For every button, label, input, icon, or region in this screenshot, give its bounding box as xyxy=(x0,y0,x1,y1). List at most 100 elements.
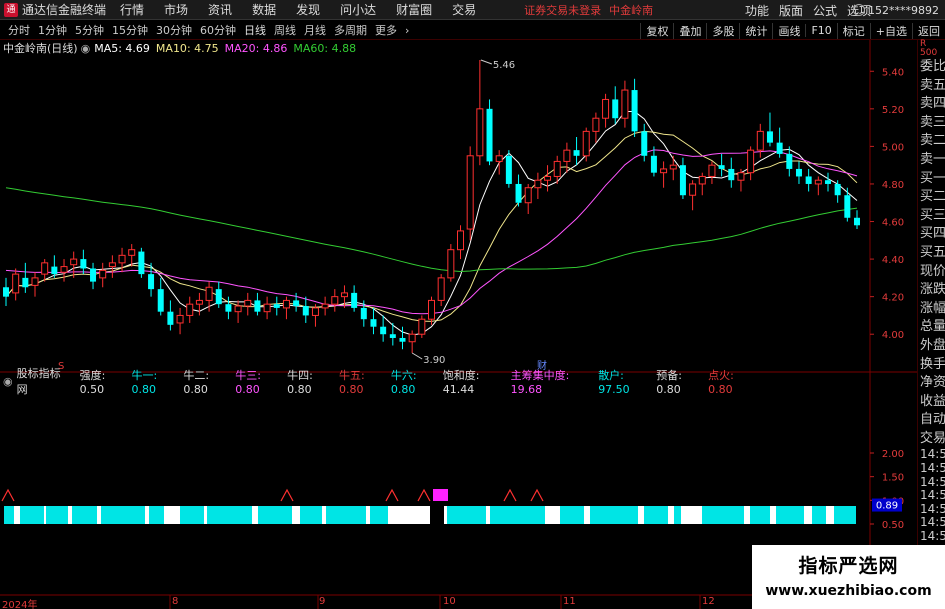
chart-stock-label[interactable]: 中金岭南(日线) xyxy=(3,40,78,56)
user-area[interactable]: 152****9892 xyxy=(853,0,945,20)
signal-triangle xyxy=(1,488,15,502)
right-panel-item[interactable]: 卖一 xyxy=(918,151,945,170)
right-panel-item[interactable]: 交易 xyxy=(918,430,945,449)
candle-body xyxy=(138,251,145,275)
period-1min[interactable]: 1分钟 xyxy=(38,22,67,38)
right-panel-item[interactable]: 卖二 xyxy=(918,132,945,151)
candle-body xyxy=(99,269,107,279)
candle-body xyxy=(689,183,697,196)
period-more[interactable]: 更多 xyxy=(375,22,397,38)
right-panel-item[interactable]: 14:56 xyxy=(918,530,945,544)
tool-mark[interactable]: 标记 xyxy=(836,22,870,39)
right-panel-item[interactable]: 收益 xyxy=(918,393,945,412)
period-timeshare[interactable]: 分时 xyxy=(8,22,30,38)
right-panel-item[interactable]: 买五 xyxy=(918,244,945,263)
candle-body xyxy=(380,326,387,335)
tool-draw[interactable]: 画线 xyxy=(772,22,805,39)
candle-body xyxy=(660,168,668,174)
period-monthly[interactable]: 月线 xyxy=(304,22,326,38)
period-60min[interactable]: 60分钟 xyxy=(200,22,236,38)
tool-adjust[interactable]: 复权 xyxy=(640,22,673,39)
price-tick-label: 4.20 xyxy=(882,293,904,304)
right-panel-item[interactable]: 14:56 xyxy=(918,489,945,503)
menu-item-wealth[interactable]: 财富圈 xyxy=(396,1,432,18)
ma10-label: MA10: 4.75 xyxy=(155,41,219,55)
right-tools: 复权 叠加 多股 统计 画线 F10 标记 +自选 返回 xyxy=(640,21,945,40)
menu-item-formula[interactable]: 公式 xyxy=(813,2,837,19)
period-multi[interactable]: 多周期 xyxy=(334,22,367,38)
chevron-right-icon[interactable]: › xyxy=(405,24,409,37)
candle-body xyxy=(766,131,773,143)
ind-tick-label: 2.00 xyxy=(882,449,904,460)
candle-body xyxy=(466,155,474,230)
candle-body xyxy=(293,300,300,307)
right-panel-item[interactable]: 14:56 xyxy=(918,462,945,476)
indicator-name[interactable]: 股标指标网 xyxy=(17,365,66,397)
right-panel-item[interactable]: 涨幅 xyxy=(918,300,945,319)
chart-area[interactable]: 5.40 5.20 5.00 4.80 4.60 4.40 4.20 4.00 2.00 1.5… xyxy=(0,40,917,609)
candle-body xyxy=(311,307,319,316)
menu-item-market[interactable]: 市场 xyxy=(164,1,188,18)
candle-body xyxy=(747,149,755,174)
time-axis-label: 8 xyxy=(172,596,179,607)
tool-f10[interactable]: F10 xyxy=(805,24,836,37)
menu-item-discover[interactable]: 发现 xyxy=(296,1,320,18)
right-panel-item[interactable]: 买二 xyxy=(918,188,945,207)
login-status[interactable]: 证券交易未登录 xyxy=(524,2,601,18)
tool-add-favorite[interactable]: +自选 xyxy=(869,22,912,39)
period-15min[interactable]: 15分钟 xyxy=(112,22,148,38)
candle-body xyxy=(776,142,783,154)
tool-back[interactable]: 返回 xyxy=(912,22,945,39)
right-panel-item[interactable]: 换手 xyxy=(918,356,945,375)
menu-item-data[interactable]: 数据 xyxy=(252,1,276,18)
ind-label-niu5: 牛五: 0.80 xyxy=(339,368,365,396)
right-panel-item[interactable]: 卖四 xyxy=(918,95,945,114)
band-segment xyxy=(292,506,300,524)
right-panel-item[interactable]: 涨跌 xyxy=(918,281,945,300)
right-panel-item[interactable]: 自动 xyxy=(918,411,945,430)
candle-body xyxy=(728,168,735,181)
candle-body xyxy=(824,180,831,184)
watermark-title: 指标严选网 xyxy=(798,555,899,577)
ma10-line xyxy=(5,130,858,322)
band-segment xyxy=(145,506,149,524)
right-panel-item[interactable]: 卖三 xyxy=(918,114,945,133)
right-panel-item[interactable]: 现价 xyxy=(918,263,945,282)
menu-item-layout[interactable]: 版面 xyxy=(779,2,803,19)
period-30min[interactable]: 30分钟 xyxy=(156,22,192,38)
right-panel-item[interactable]: 委比 xyxy=(918,58,945,77)
candle-body xyxy=(457,230,465,251)
right-panel-item[interactable]: 总量 xyxy=(918,318,945,337)
settings-dot-icon[interactable]: ◉ xyxy=(81,42,91,55)
right-panel-item[interactable]: 买一 xyxy=(918,170,945,189)
ind-label-strength: 强度: 0.50 xyxy=(79,368,106,396)
settings-dot-icon[interactable]: ◉ xyxy=(3,375,13,388)
candle-body xyxy=(515,183,522,203)
tool-multi-stock[interactable]: 多股 xyxy=(706,22,739,39)
tool-stats[interactable]: 统计 xyxy=(739,22,772,39)
right-panel-item[interactable]: 14:56 xyxy=(918,503,945,517)
right-panel-item[interactable]: 14:56 xyxy=(918,516,945,530)
candle-body xyxy=(3,287,9,297)
band-segment xyxy=(584,506,590,524)
tool-overlay[interactable]: 叠加 xyxy=(673,22,706,39)
period-5min[interactable]: 5分钟 xyxy=(75,22,104,38)
right-panel-item[interactable]: 外盘 xyxy=(918,337,945,356)
menu-item-ask[interactable]: 问小达 xyxy=(340,1,376,18)
right-panel-item[interactable]: 卖五 xyxy=(918,77,945,96)
menu-item-news[interactable]: 资讯 xyxy=(208,1,232,18)
right-panel-item[interactable]: 买三 xyxy=(918,207,945,226)
period-weekly[interactable]: 周线 xyxy=(274,22,296,38)
menu-item-function[interactable]: 功能 xyxy=(745,2,769,19)
right-panel-item[interactable]: 14:56 xyxy=(918,448,945,462)
period-daily[interactable]: 日线 xyxy=(244,22,266,38)
right-panel-item[interactable]: 净资 xyxy=(918,374,945,393)
right-panel-item[interactable]: 买四 xyxy=(918,225,945,244)
right-panel-item[interactable]: 14:56 xyxy=(918,476,945,490)
signal-block xyxy=(433,489,448,501)
signal-triangle xyxy=(385,488,399,502)
menu-item-trade[interactable]: 交易 xyxy=(452,1,476,18)
title-bar: 通 通达信金融终端 行情 市场 资讯 数据 发现 问小达 财富圈 交易 证券交易… xyxy=(0,0,945,20)
menu-item-quotes[interactable]: 行情 xyxy=(120,1,144,18)
candle-body xyxy=(31,277,39,286)
